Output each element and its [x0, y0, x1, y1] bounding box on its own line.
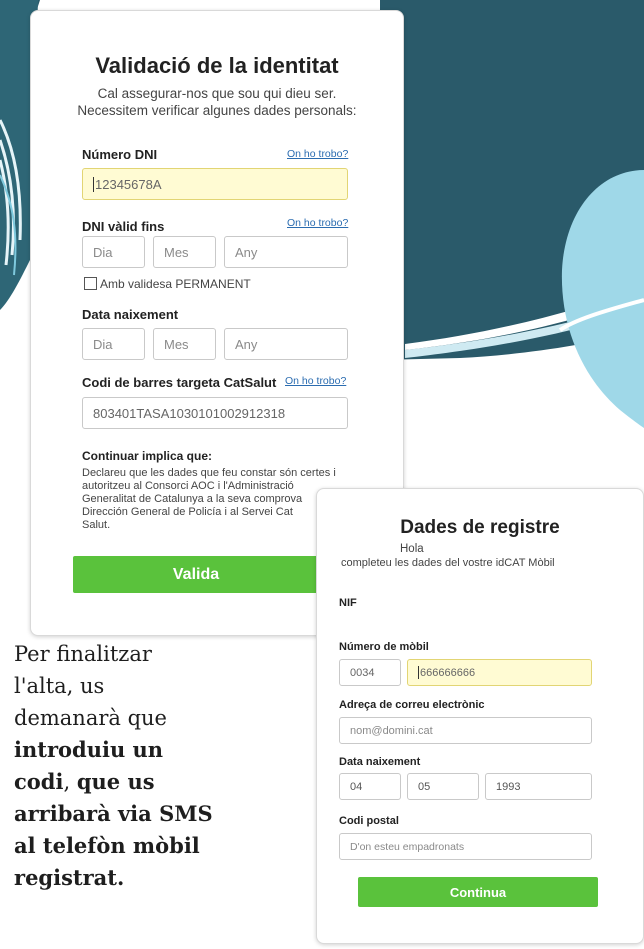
valid-day-input[interactable]: Dia	[82, 236, 145, 268]
dni-input[interactable]: 12345678A	[82, 168, 348, 200]
consent-title: Continuar implica que:	[82, 449, 213, 463]
registration-card: Dades de registre Hola completeu les dad…	[316, 488, 644, 944]
registration-birth-month[interactable]: 05	[407, 773, 479, 800]
registration-subtitle: completeu les dades del vostre idCAT Mòb…	[341, 557, 555, 569]
caption-bold-2: codi	[14, 769, 64, 794]
continue-button[interactable]: Continua	[358, 877, 598, 907]
postal-code-label: Codi postal	[339, 815, 399, 827]
valid-month-input[interactable]: Mes	[153, 236, 216, 268]
valid-until-label: DNI vàlid fins	[82, 219, 165, 234]
catsalut-label: Codi de barres targeta CatSalut	[82, 375, 277, 390]
postal-code-input[interactable]: D'on esteu empadronats	[339, 833, 592, 860]
email-input[interactable]: nom@domini.cat	[339, 717, 592, 744]
caption-bold-6: registrat.	[14, 865, 125, 890]
nif-label: NIF	[339, 597, 357, 609]
text-cursor	[93, 176, 94, 192]
registration-title: Dades de registre	[400, 517, 560, 538]
birth-year-input[interactable]: Any	[224, 328, 348, 360]
birth-day-input[interactable]: Dia	[82, 328, 145, 360]
consent-line-2: autoritzeu al Consorci AOC i l'Administr…	[82, 480, 294, 492]
caption-bold-4: arribarà via SMS	[14, 801, 213, 826]
caption-separator: ,	[63, 770, 77, 794]
caption-line-1: Per finalitzar	[14, 642, 152, 666]
catsalut-help-link[interactable]: On ho trobo?	[285, 375, 346, 387]
mobile-label: Número de mòbil	[339, 641, 429, 653]
caption-line-2: l'alta, us	[14, 674, 105, 698]
registration-birth-year[interactable]: 1993	[485, 773, 592, 800]
text-cursor	[418, 666, 419, 679]
mobile-input[interactable]: 666666666	[407, 659, 592, 686]
mobile-value: 666666666	[420, 666, 476, 679]
validate-button[interactable]: Valida	[73, 556, 319, 593]
caption-line-3: demanarà que	[14, 706, 167, 730]
dni-help-link[interactable]: On ho trobo?	[287, 148, 348, 160]
page-title: Validació de la identitat	[95, 53, 339, 78]
consent-line-4: Dirección General de Policía i al Servei…	[82, 506, 293, 518]
dni-value: 12345678A	[95, 176, 162, 192]
caption-bold-1: introduiu un	[14, 737, 164, 762]
valid-until-help-link[interactable]: On ho trobo?	[287, 217, 348, 229]
consent-line-5: Salut.	[82, 519, 111, 531]
caption-bold-5: al telefòn mòbil	[14, 833, 200, 858]
catsalut-input[interactable]: 803401TASA1030101002912318	[82, 397, 348, 429]
greeting: Hola	[400, 543, 424, 555]
permanent-label: Amb validesa PERMANENT	[100, 277, 251, 291]
valid-year-input[interactable]: Any	[224, 236, 348, 268]
registration-birth-day[interactable]: 04	[339, 773, 401, 800]
permanent-checkbox[interactable]	[84, 277, 97, 290]
registration-birth-label: Data naixement	[339, 756, 421, 768]
subtitle-line-2: Necessitem verificar algunes dades perso…	[77, 103, 357, 118]
consent-line-1: Declareu que les dades que feu constar s…	[82, 467, 336, 479]
birth-date-label: Data naixement	[82, 307, 179, 322]
email-label: Adreça de correu electrònic	[339, 699, 485, 711]
consent-line-3: Generalitat de Catalunya a la seva compr…	[82, 493, 303, 505]
dni-label: Número DNI	[82, 147, 158, 162]
subtitle-line-1: Cal assegurar-nos que sou qui dieu ser.	[97, 86, 337, 101]
instructions-caption: Per finalitzar l'alta, us demanarà que i…	[14, 638, 314, 894]
birth-month-input[interactable]: Mes	[153, 328, 216, 360]
country-code-field[interactable]: 0034	[339, 659, 401, 686]
caption-bold-3: que us	[76, 769, 155, 794]
